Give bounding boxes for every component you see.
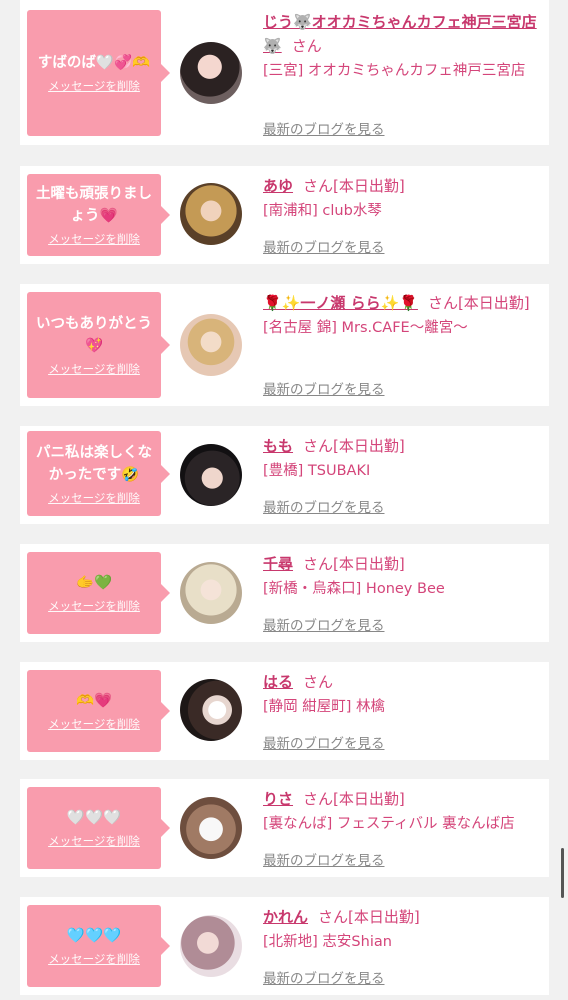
list-item: パニ私は楽しくなかったです🤣 メッセージを削除 もも さん[本日出勤] [豊橋] … (20, 426, 549, 524)
shop-link[interactable]: [三宮] オオカミちゃんカフェ神戸三宮店 (263, 60, 545, 83)
shop-link[interactable]: [新橋・烏森口] Honey Bee (263, 578, 545, 601)
honorific: さん (303, 790, 334, 808)
message-bubble: パニ私は楽しくなかったです🤣 メッセージを削除 (27, 431, 170, 516)
list-item: 土曜も頑張りましょう💗 メッセージを削除 あゆ さん[本日出勤] [南浦和] cl… (20, 166, 549, 264)
delete-message-link[interactable]: メッセージを削除 (48, 951, 140, 967)
list-item: 🫶💗 メッセージを削除 はる さん [静岡 紺屋町] 林檎 最新のブログを見る (20, 662, 549, 760)
shop-link[interactable]: [静岡 紺屋町] 林檎 (263, 696, 545, 719)
status-label: [本日出勤] (333, 555, 405, 573)
status-label: [本日出勤] (457, 294, 530, 312)
avatar[interactable] (180, 314, 242, 376)
message-text: 🩵🩵🩵 (66, 928, 122, 944)
honorific: さん (427, 294, 458, 312)
message-bubble: 🫶💗 メッセージを削除 (27, 670, 170, 752)
name-link[interactable]: 🌹✨一ノ瀬 らら✨🌹 (263, 294, 418, 312)
name-link[interactable]: 千尋 (263, 555, 293, 573)
avatar[interactable] (180, 679, 242, 741)
name-link[interactable]: もも (263, 437, 293, 455)
honorific: さん (318, 908, 349, 926)
honorific: さん (303, 437, 334, 455)
honorific: さん (303, 555, 334, 573)
name-link[interactable]: かれん (263, 908, 308, 926)
shop-link[interactable]: [豊橋] TSUBAKI (263, 460, 545, 483)
message-text: 🫶💗 (75, 693, 113, 709)
message-bubble: いつもありがとう💖 メッセージを削除 (27, 292, 170, 398)
message-text: すばのば🤍💞🫶 (37, 55, 151, 71)
avatar[interactable] (180, 915, 242, 977)
message-bubble: すばのば🤍💞🫶 メッセージを削除 (27, 10, 170, 136)
delete-message-link[interactable]: メッセージを削除 (48, 833, 140, 849)
scrollbar[interactable] (561, 848, 564, 898)
status-label: [本日出勤] (348, 908, 420, 926)
name-link[interactable]: はる (263, 673, 293, 691)
message-bubble: 🤍🤍🤍 メッセージを削除 (27, 787, 170, 869)
avatar[interactable] (180, 797, 242, 859)
message-bubble: 🩵🩵🩵 メッセージを削除 (27, 905, 170, 987)
blog-link[interactable]: 最新のブログを見る (263, 732, 385, 752)
blog-link[interactable]: 最新のブログを見る (263, 614, 385, 634)
message-text: 🫱💚 (75, 575, 113, 591)
honorific: さん (291, 37, 322, 55)
shop-link[interactable]: [名古屋 錦] Mrs.CAFE〜離宮〜 (263, 317, 545, 340)
message-text: 土曜も頑張りましょう💗 (36, 186, 152, 224)
honorific: さん (303, 673, 334, 691)
shop-link[interactable]: [南浦和] club水琴 (263, 200, 545, 223)
status-label: [本日出勤] (333, 177, 405, 195)
message-bubble: 土曜も頑張りましょう💗 メッセージを削除 (27, 174, 170, 256)
avatar[interactable] (180, 42, 242, 104)
blog-link[interactable]: 最新のブログを見る (263, 849, 385, 869)
delete-message-link[interactable]: メッセージを削除 (48, 231, 140, 247)
name-link[interactable]: りさ (263, 790, 293, 808)
delete-message-link[interactable]: メッセージを削除 (48, 716, 140, 732)
avatar[interactable] (180, 183, 242, 245)
list-item: 🤍🤍🤍 メッセージを削除 りさ さん[本日出勤] [裏なんば] フェスティバル 裏… (20, 779, 549, 877)
blog-link[interactable]: 最新のブログを見る (263, 378, 385, 398)
blog-link[interactable]: 最新のブログを見る (263, 967, 385, 987)
blog-link[interactable]: 最新のブログを見る (263, 118, 385, 138)
avatar[interactable] (180, 444, 242, 506)
list-item: 🫱💚 メッセージを削除 千尋 さん[本日出勤] [新橋・烏森口] Honey Be… (20, 544, 549, 642)
list-item: いつもありがとう💖 メッセージを削除 🌹✨一ノ瀬 らら✨🌹 さん[本日出勤] [名… (20, 284, 549, 406)
message-text: パニ私は楽しくなかったです🤣 (36, 444, 152, 483)
message-text: いつもありがとう💖 (36, 316, 152, 354)
list-item: 🩵🩵🩵 メッセージを削除 かれん さん[本日出勤] [北新地] 志安Shian 最… (20, 897, 549, 995)
blog-link[interactable]: 最新のブログを見る (263, 236, 385, 256)
status-label: [本日出勤] (333, 790, 405, 808)
list-item: すばのば🤍💞🫶 メッセージを削除 じう🐺オオカミちゃんカフェ神戸三宮店🐺 さん [… (20, 0, 549, 145)
delete-message-link[interactable]: メッセージを削除 (48, 78, 140, 94)
delete-message-link[interactable]: メッセージを削除 (48, 490, 140, 506)
shop-link[interactable]: [北新地] 志安Shian (263, 931, 545, 954)
avatar[interactable] (180, 562, 242, 624)
blog-link[interactable]: 最新のブログを見る (263, 496, 385, 516)
message-bubble: 🫱💚 メッセージを削除 (27, 552, 170, 634)
name-link[interactable]: あゆ (263, 177, 293, 195)
delete-message-link[interactable]: メッセージを削除 (48, 598, 140, 614)
message-text: 🤍🤍🤍 (66, 810, 122, 826)
delete-message-link[interactable]: メッセージを削除 (48, 361, 140, 377)
status-label: [本日出勤] (333, 437, 405, 455)
shop-link[interactable]: [裏なんば] フェスティバル 裏なんば店 (263, 813, 545, 836)
honorific: さん (303, 177, 334, 195)
